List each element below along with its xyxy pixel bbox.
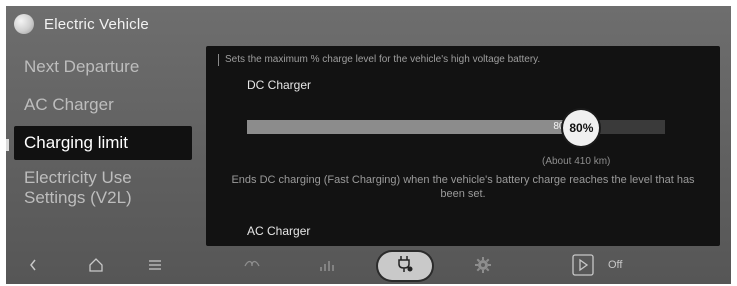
back-icon[interactable] (28, 258, 38, 272)
sidebar-item-ac-charger[interactable]: AC Charger (6, 86, 196, 124)
charging-plug-icon (397, 255, 413, 278)
sidebar-item-label: Charging limit (24, 133, 128, 152)
sidebar: Next Departure AC Charger Charging limit… (6, 48, 196, 210)
bottom-bar: Off (6, 248, 731, 284)
ev-screen: Electric Vehicle Next Departure AC Charg… (6, 6, 731, 284)
home-icon[interactable] (88, 257, 104, 273)
sidebar-item-v2l[interactable]: Electricity Use Settings (V2L) (6, 162, 196, 210)
moon-icon (14, 14, 34, 34)
dc-charge-slider-fill: 80% (247, 120, 582, 134)
sidebar-item-label: Electricity Use Settings (V2L) (24, 168, 132, 207)
energy-chart-icon[interactable] (319, 258, 335, 272)
dc-charge-slider-thumb[interactable]: 80% (563, 110, 600, 146)
eco-leaf-icon[interactable] (243, 258, 261, 272)
dc-charge-slider[interactable]: 80% (247, 120, 665, 134)
active-marker (6, 139, 9, 151)
gear-icon[interactable] (475, 257, 491, 273)
menu-icon[interactable] (148, 258, 162, 272)
panel-description: Sets the maximum % charge level for the … (218, 54, 540, 66)
charging-settings-button[interactable] (378, 252, 432, 280)
sidebar-item-label: AC Charger (24, 95, 114, 114)
dc-charger-title: DC Charger (247, 78, 312, 92)
dc-explanation: Ends DC charging (Fast Charging) when th… (231, 174, 695, 200)
top-bar: Electric Vehicle (6, 6, 731, 42)
sidebar-item-charging-limit[interactable]: Charging limit (14, 126, 192, 160)
play-icon[interactable] (572, 254, 594, 276)
charging-limit-panel: Sets the maximum % charge level for the … (206, 46, 720, 246)
ac-charger-title: AC Charger (247, 224, 311, 238)
sidebar-item-label: Next Departure (24, 57, 140, 76)
status-off-label: Off (608, 259, 623, 271)
sidebar-item-next-departure[interactable]: Next Departure (6, 48, 196, 86)
page-title: Electric Vehicle (44, 15, 149, 33)
range-estimate: (About 410 km) (542, 156, 611, 167)
